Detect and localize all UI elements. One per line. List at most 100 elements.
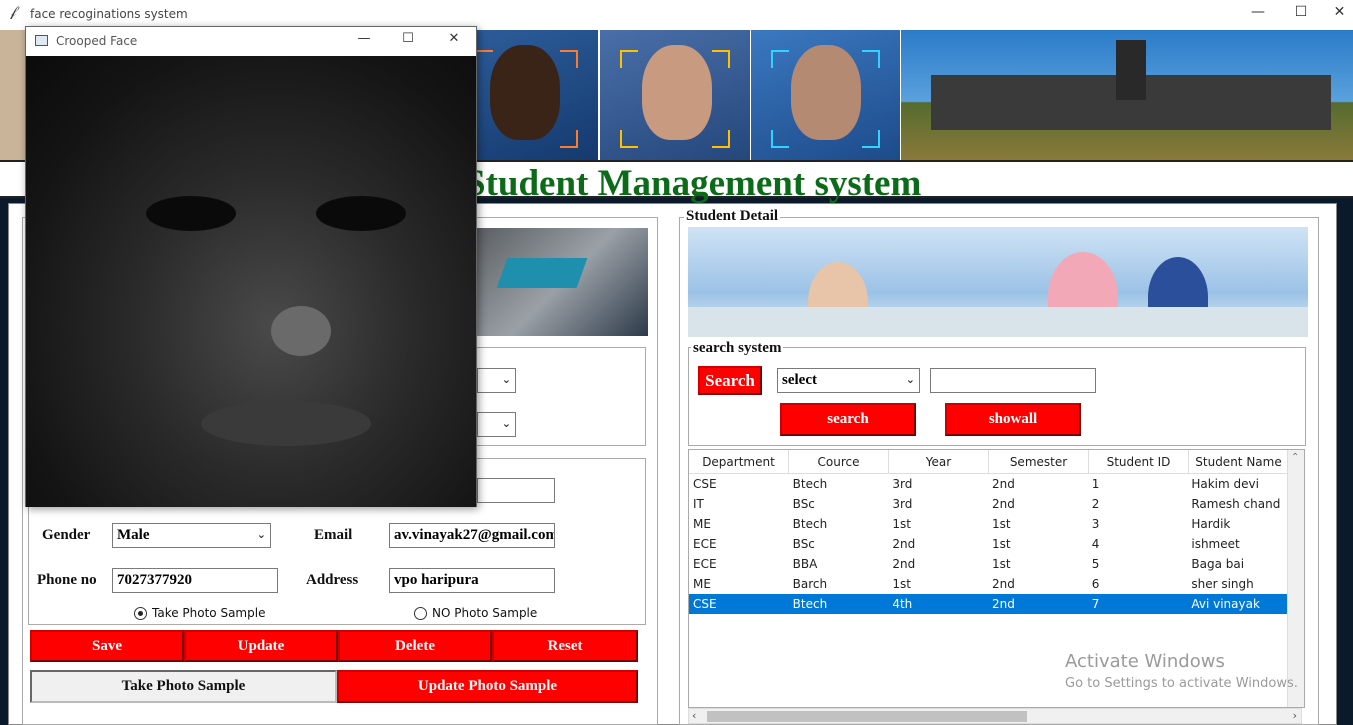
course-combo-1[interactable]: ⌄	[477, 368, 516, 393]
column-header-course[interactable]: Cource	[789, 450, 889, 474]
scan-bracket-icon	[771, 50, 789, 68]
face-icon	[642, 45, 712, 140]
class-entry[interactable]	[477, 478, 555, 503]
banner-image-face-3	[751, 30, 900, 160]
table-cell: CSE	[693, 597, 717, 611]
table-header: Department Cource Year Semester Student …	[689, 450, 1289, 474]
column-header-student-name[interactable]: Student Name	[1189, 450, 1289, 474]
popup-close-button[interactable]: ✕	[434, 31, 474, 46]
table-row[interactable]: ME Btech 1st 1st 3 Hardik	[689, 514, 1287, 534]
table-cell: Hakim devi	[1191, 477, 1259, 491]
table-cell: 2nd	[892, 557, 916, 571]
table-row[interactable]: CSE Btech 3rd 2nd 1 Hakim devi	[689, 474, 1287, 494]
scan-bracket-icon	[560, 130, 578, 148]
close-button[interactable]: ✕	[1326, 4, 1353, 20]
scan-bracket-icon	[712, 50, 730, 68]
table-cell: 2nd	[892, 537, 916, 551]
table-row[interactable]: ME Barch 1st 2nd 6 sher singh	[689, 574, 1287, 594]
classroom-image	[688, 227, 1308, 337]
banner-image-face-2	[600, 30, 750, 160]
radio-no-photo[interactable]: NO Photo Sample	[414, 606, 537, 620]
cropped-face-window: Crooped Face — ☐ ✕	[25, 26, 477, 507]
email-field[interactable]: av.vinayak27@gmail.com	[389, 523, 555, 548]
scroll-left-icon[interactable]: ‹	[692, 709, 696, 722]
table-cell: ECE	[693, 557, 717, 571]
left-banner-image	[477, 228, 648, 336]
radio-take-photo[interactable]: Take Photo Sample	[134, 606, 265, 620]
scan-bracket-icon	[712, 130, 730, 148]
table-cell: CSE	[693, 477, 717, 491]
update-photo-sample-button[interactable]: Update Photo Sample	[337, 670, 638, 703]
table-cell: ME	[693, 577, 711, 591]
table-cell: sher singh	[1191, 577, 1254, 591]
table-cell: Btech	[792, 477, 828, 491]
table-cell: IT	[693, 497, 704, 511]
popup-maximize-button[interactable]: ☐	[388, 31, 428, 46]
chevron-down-icon: ⌄	[905, 373, 915, 386]
tk-feather-icon: 𝒻	[10, 5, 17, 20]
reset-button[interactable]: Reset	[492, 630, 638, 662]
table-cell: 2nd	[992, 477, 1015, 491]
table-cell: BSc	[792, 497, 815, 511]
search-input[interactable]	[930, 368, 1096, 393]
table-row[interactable]: CSE Btech 4th 2nd 7 Avi vinayak	[689, 594, 1287, 614]
vertical-scrollbar[interactable]: ⌃	[1287, 450, 1304, 707]
table-cell: 3	[1091, 517, 1100, 531]
scroll-right-icon[interactable]: ›	[1293, 709, 1297, 722]
address-label: Address	[306, 572, 359, 588]
save-button[interactable]: Save	[30, 630, 184, 662]
table-cell: 1	[1091, 477, 1100, 491]
gender-label: Gender	[42, 527, 91, 543]
scan-bracket-icon	[475, 50, 493, 68]
mouth-shape	[201, 401, 371, 446]
phone-field[interactable]: 7027377920	[112, 568, 278, 593]
page-title: Student Management system	[465, 163, 922, 204]
table-row[interactable]: ECE BSc 2nd 1st 4 ishmeet	[689, 534, 1287, 554]
search-system-title: search system	[691, 340, 784, 357]
table-cell: 2nd	[992, 577, 1015, 591]
minimize-button[interactable]: —	[1238, 4, 1278, 20]
horizontal-scroll-thumb[interactable]	[707, 711, 1027, 722]
search-by-select[interactable]: select ⌄	[777, 368, 920, 393]
search-label: Search	[698, 366, 762, 395]
table-cell: ME	[693, 517, 711, 531]
column-header-student-id[interactable]: Student ID	[1089, 450, 1189, 474]
horizontal-scrollbar[interactable]: ‹ ›	[688, 708, 1302, 724]
student-detail-title: Student Detail	[684, 208, 781, 225]
popup-minimize-button[interactable]: —	[344, 31, 384, 46]
showall-button[interactable]: showall	[945, 403, 1081, 436]
gender-value: Male	[117, 527, 150, 543]
column-header-department[interactable]: Department	[689, 450, 789, 474]
table-cell: 7	[1091, 597, 1100, 611]
update-button[interactable]: Update	[184, 630, 338, 662]
eye-shape	[316, 196, 406, 231]
maximize-button[interactable]: ☐	[1281, 4, 1321, 20]
column-header-year[interactable]: Year	[889, 450, 989, 474]
column-header-semester[interactable]: Semester	[989, 450, 1089, 474]
table-cell: ishmeet	[1191, 537, 1240, 551]
take-photo-sample-button[interactable]: Take Photo Sample	[30, 670, 337, 703]
gender-select[interactable]: Male ⌄	[112, 523, 271, 548]
radio-unselected-icon	[414, 606, 427, 620]
tower-shape	[1116, 40, 1146, 100]
address-field[interactable]: vpo haripura	[389, 568, 555, 593]
scroll-up-icon[interactable]: ⌃	[1291, 452, 1299, 463]
table-row[interactable]: ECE BBA 2nd 1st 5 Baga bai	[689, 554, 1287, 574]
table-cell: Btech	[792, 517, 828, 531]
banner-image-university	[901, 30, 1353, 160]
search-button[interactable]: search	[780, 403, 916, 436]
face-icon	[490, 45, 560, 140]
table-cell: Ramesh chand	[1191, 497, 1281, 511]
chevron-down-icon: ⌄	[501, 417, 511, 430]
delete-button[interactable]: Delete	[338, 630, 492, 662]
table-cell: 1st	[892, 577, 911, 591]
eye-shape	[146, 196, 236, 231]
table-cell: 4	[1091, 537, 1100, 551]
table-cell: 1st	[992, 557, 1011, 571]
table-cell: BSc	[792, 537, 815, 551]
table-row[interactable]: IT BSc 3rd 2nd 2 Ramesh chand	[689, 494, 1287, 514]
table-cell: 2nd	[992, 597, 1015, 611]
course-combo-2[interactable]: ⌄	[477, 412, 516, 437]
activate-windows-subtitle: Go to Settings to activate Windows.	[1065, 676, 1298, 691]
table-cell: 3rd	[892, 497, 913, 511]
